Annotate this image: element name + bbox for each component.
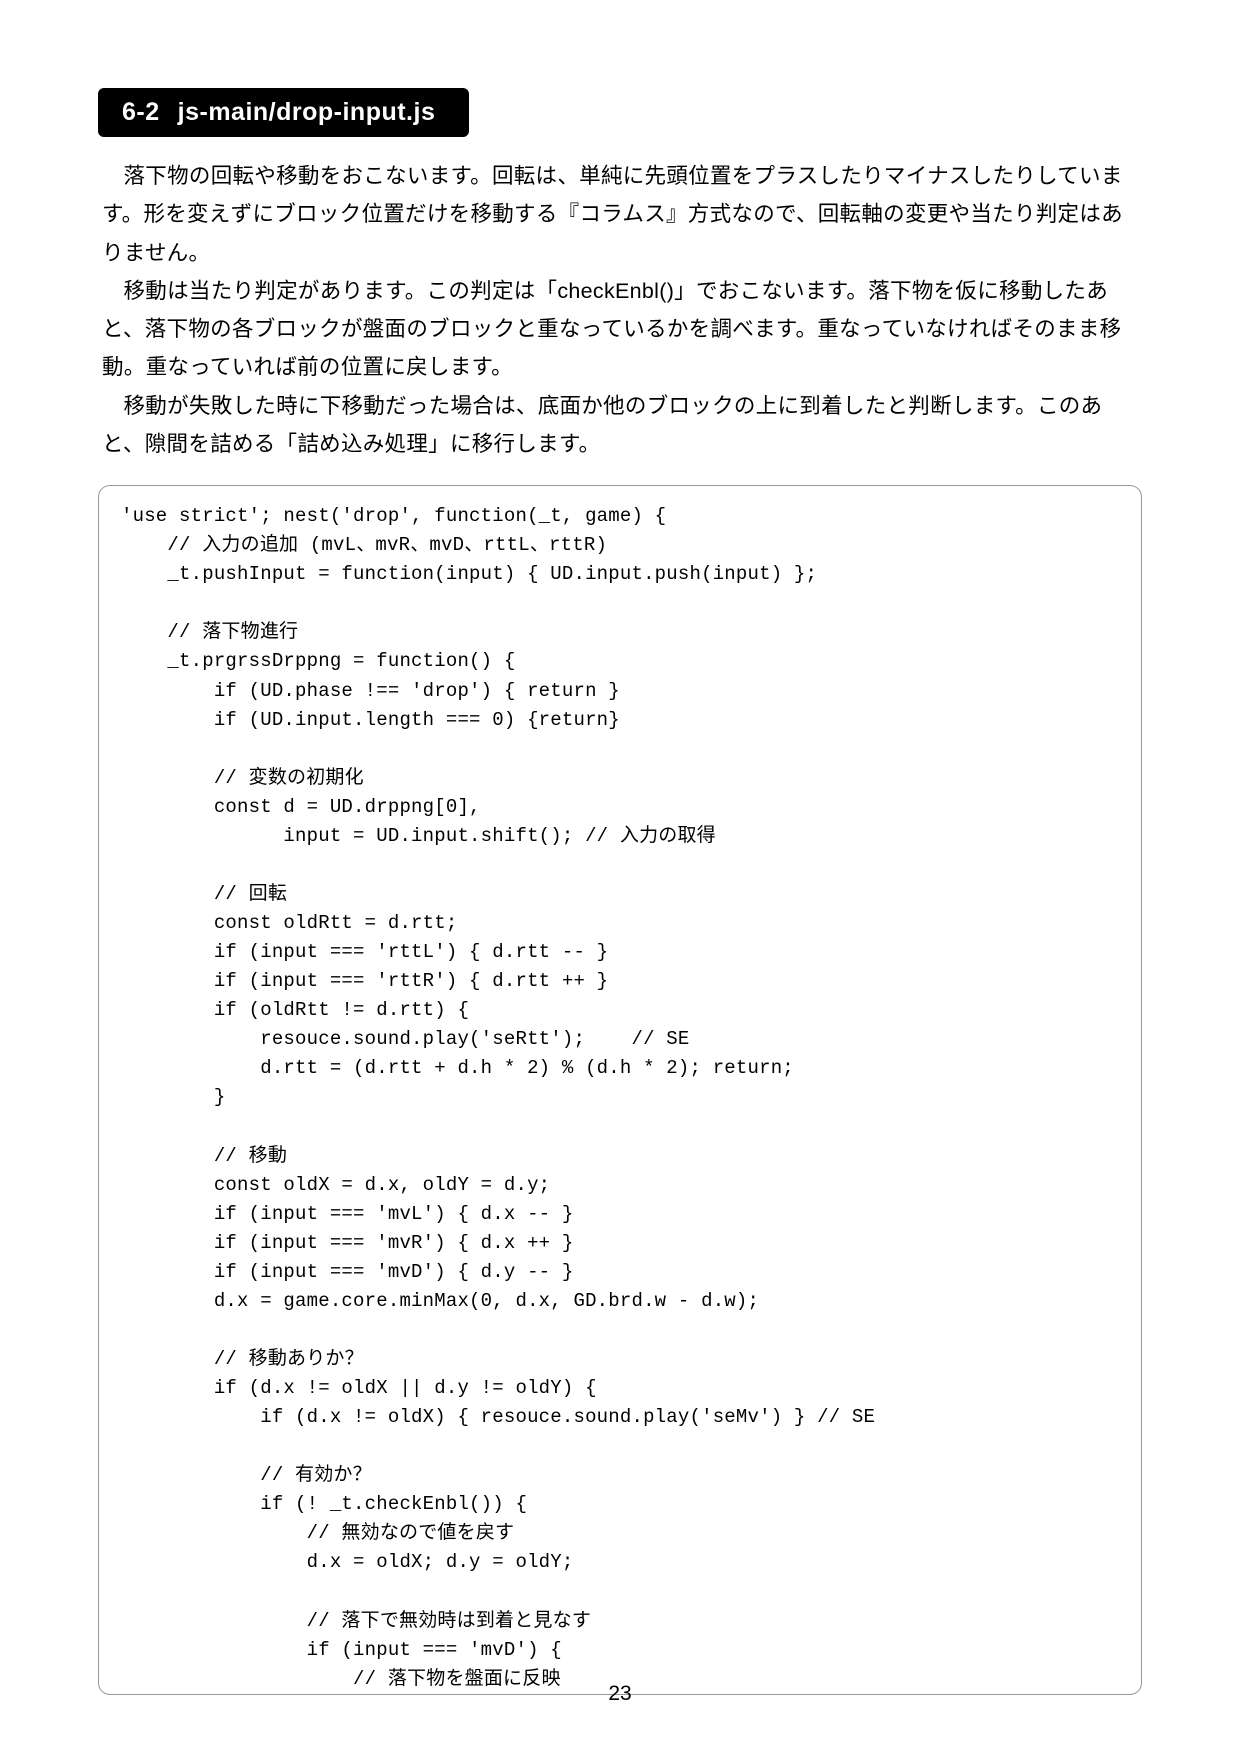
paragraph: 落下物の回転や移動をおこないます。回転は、単純に先頭位置をプラスしたりマイナスし…: [102, 157, 1138, 272]
paragraph: 移動は当たり判定があります。この判定は「checkEnbl()」でおこないます。…: [102, 272, 1138, 387]
section-number: 6-2: [122, 98, 160, 126]
code-listing: 'use strict'; nest('drop', function(_t, …: [98, 485, 1142, 1695]
page-number: 23: [0, 1682, 1240, 1706]
code-content: 'use strict'; nest('drop', function(_t, …: [121, 502, 1119, 1694]
section-path: js-main/drop-input.js: [178, 98, 436, 126]
body-text: 落下物の回転や移動をおこないます。回転は、単純に先頭位置をプラスしたりマイナスし…: [98, 157, 1142, 463]
paragraph: 移動が失敗した時に下移動だった場合は、底面か他のブロックの上に到着したと判断しま…: [102, 387, 1138, 464]
section-heading: 6-2 js-main/drop-input.js: [98, 88, 469, 137]
